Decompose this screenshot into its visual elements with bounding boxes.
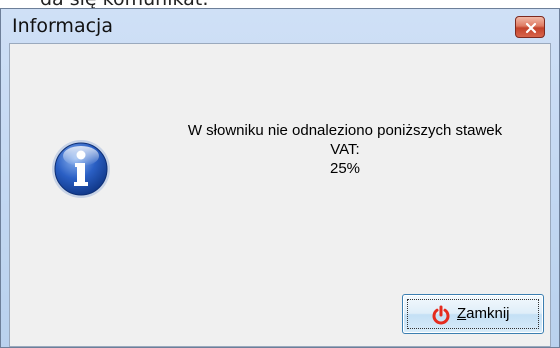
title-bar[interactable]: Informacja (1, 9, 559, 43)
close-dialog-label: Zamknij (457, 305, 510, 322)
close-icon (525, 22, 537, 34)
info-dialog: Informacja W słowniku nie odnaleziono po… (0, 8, 560, 348)
close-dialog-button[interactable]: Zamknij (402, 294, 544, 334)
power-icon (432, 305, 450, 325)
dialog-title: Informacja (12, 15, 113, 37)
close-button[interactable] (515, 16, 545, 38)
dialog-body: W słowniku nie odnaleziono poniższych st… (9, 43, 551, 347)
message-line: VAT: (330, 141, 360, 158)
label-rest: amknij (466, 305, 510, 322)
message-text: W słowniku nie odnaleziono poniższych st… (130, 121, 560, 178)
message-line: W słowniku nie odnaleziono poniższych st… (187, 122, 503, 139)
info-icon (52, 140, 110, 198)
mnemonic-letter: Z (457, 305, 467, 322)
message-line: 25% (329, 160, 361, 177)
